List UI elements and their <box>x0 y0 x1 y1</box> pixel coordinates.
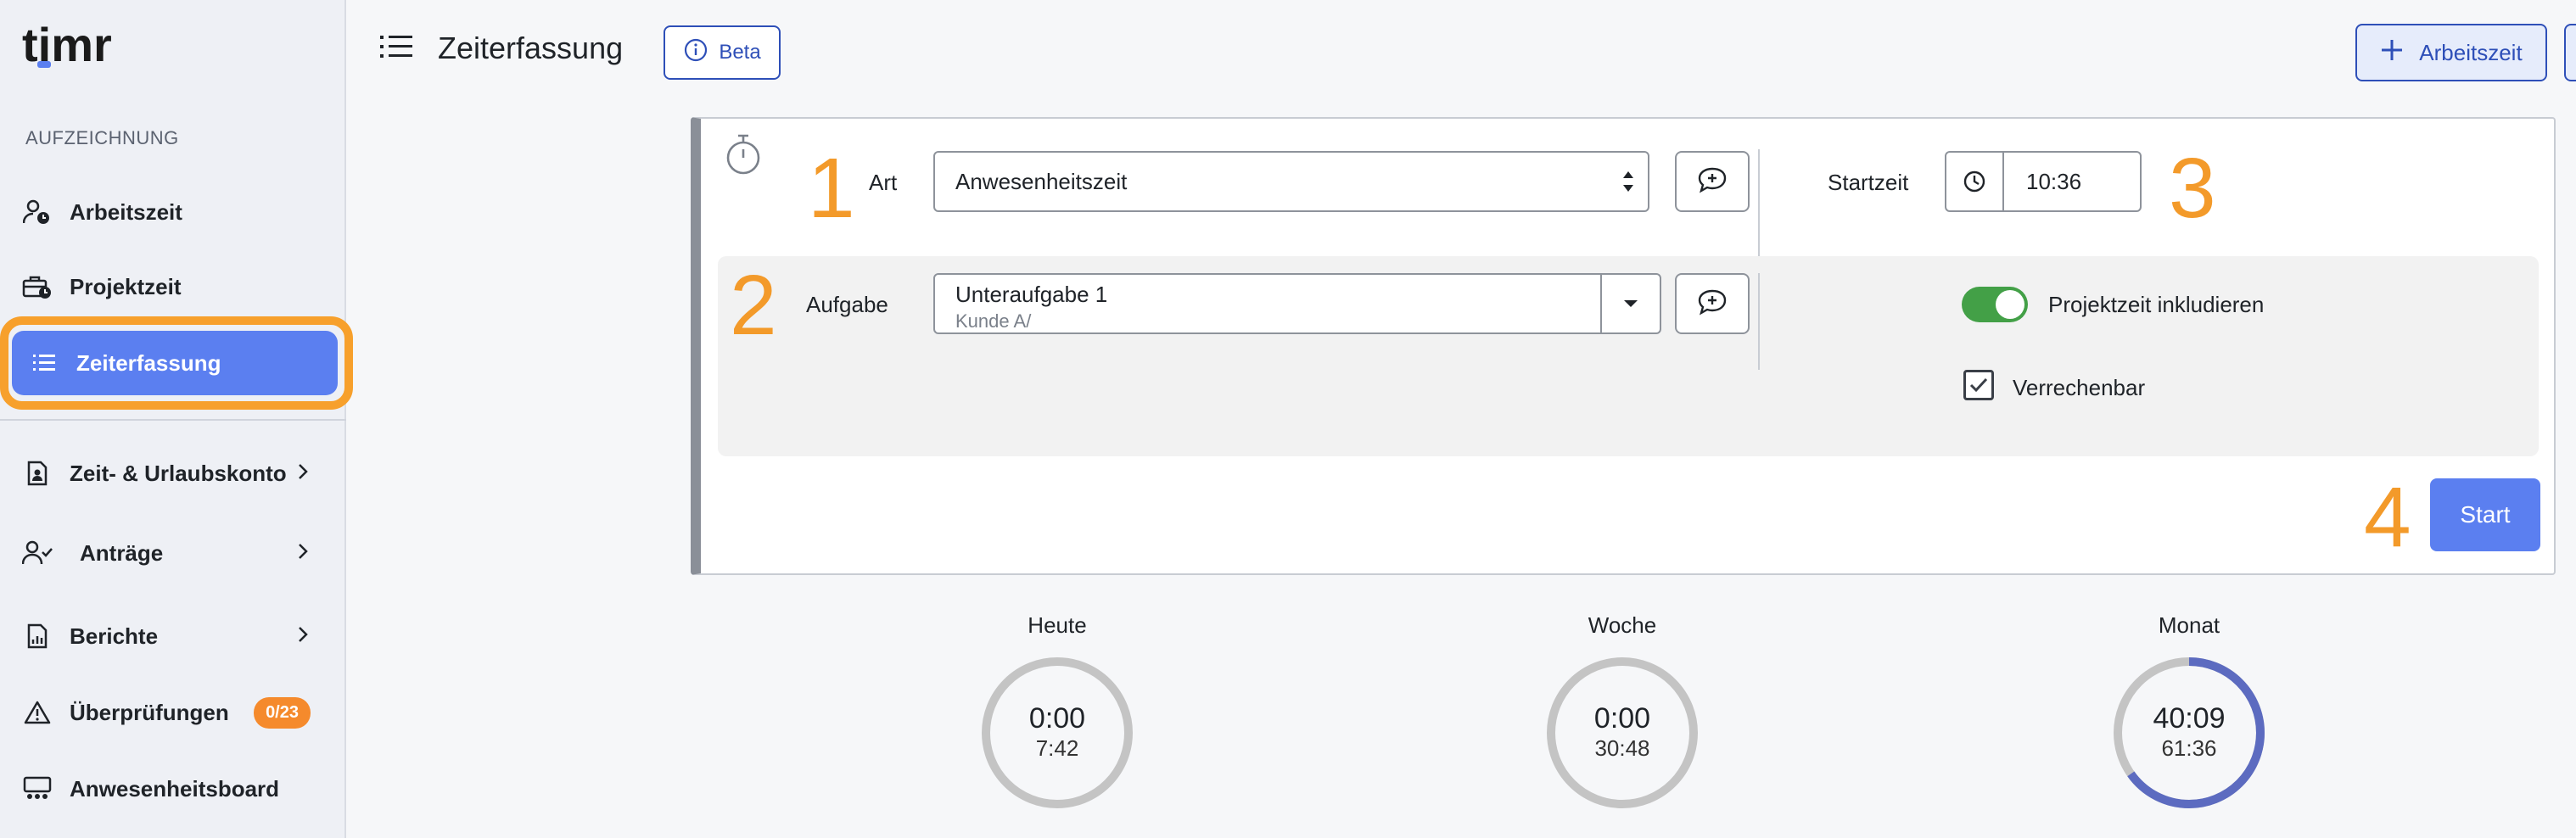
more-button[interactable] <box>2564 24 2576 81</box>
add-button-label: Arbeitszeit <box>2419 39 2523 65</box>
aufgabe-comment-button[interactable] <box>1675 273 1750 334</box>
sidebar-item-ueberpruefungen[interactable]: Überprüfungen 0/23 <box>20 685 334 740</box>
section-label: AUFZEICHNUNG <box>25 127 179 148</box>
time-entry-card: 1 Art Anwesenheitszeit Startzeit 10:36 3… <box>691 117 2556 575</box>
art-comment-button[interactable] <box>1675 151 1750 212</box>
sidebar-item-label: Anträge <box>80 539 164 566</box>
menu-list-icon[interactable] <box>380 34 412 64</box>
chevron-right-icon <box>297 541 309 567</box>
stat-target-woche: 30:48 <box>1594 735 1650 761</box>
stat-label-woche: Woche <box>1588 612 1657 638</box>
comment-plus-icon <box>1697 288 1728 320</box>
sidebar-item-label: Überprüfungen <box>70 699 229 725</box>
file-account-icon <box>20 456 54 490</box>
page-title: Zeiterfassung <box>438 31 624 65</box>
user-clock-icon <box>20 195 54 229</box>
sidebar-item-projektzeit[interactable]: Projektzeit <box>20 260 334 314</box>
toggle-knob <box>1996 290 2024 319</box>
sidebar-item-label: Projektzeit <box>70 273 182 299</box>
clock-icon <box>1946 153 2004 210</box>
verrechenbar-checkbox[interactable] <box>1963 370 1994 400</box>
startzeit-label: Startzeit <box>1828 170 1909 195</box>
ring-text-monat: 40:09 61:36 <box>2111 702 2267 762</box>
stat-value-monat: 40:09 <box>2153 702 2226 735</box>
aufgabe-label: Aufgabe <box>806 292 888 317</box>
stat-label-heute: Heute <box>1028 612 1087 638</box>
sidebar-item-anwesenheitsboard[interactable]: Anwesenheitsboard <box>20 762 334 816</box>
aufgabe-value: Unteraufgabe 1 <box>955 282 1108 307</box>
sidebar-item-arbeitszeit[interactable]: Arbeitszeit <box>20 185 334 239</box>
ring-text-heute: 0:00 7:42 <box>979 702 1135 762</box>
sidebar-item-label: Arbeitszeit <box>70 198 182 225</box>
stat-target-heute: 7:42 <box>1035 735 1079 761</box>
stat-label-monat: Monat <box>2158 612 2220 638</box>
sidebar-divider <box>0 419 346 421</box>
select-arrows-icon <box>1621 168 1636 201</box>
step-number-4: 4 <box>2364 470 2411 565</box>
art-select[interactable]: Anwesenheitszeit <box>933 151 1649 212</box>
add-arbeitszeit-button[interactable]: Arbeitszeit <box>2355 24 2547 81</box>
sidebar-item-label: Anwesenheitsboard <box>70 775 280 802</box>
svg-text:timr: timr <box>22 22 112 71</box>
projektzeit-toggle[interactable] <box>1962 287 2028 322</box>
sidebar-item-zeitkonto[interactable]: Zeit- & Urlaubskonto <box>20 446 334 500</box>
step-number-1: 1 <box>808 141 855 236</box>
warning-icon <box>20 696 54 729</box>
sidebar-item-berichte[interactable]: Berichte <box>20 609 334 663</box>
briefcase-clock-icon <box>20 270 54 304</box>
ring-text-woche: 0:00 30:48 <box>1544 702 1700 762</box>
startzeit-input[interactable]: 10:36 <box>1945 151 2142 212</box>
checkmark-icon <box>1969 377 1988 393</box>
checkbox-label: Verrechenbar <box>2013 375 2146 400</box>
list-icon <box>27 346 61 380</box>
status-badge: 0/23 <box>254 697 311 729</box>
sidebar-item-label: Berichte <box>70 623 159 649</box>
comment-plus-icon <box>1697 166 1728 198</box>
chevron-right-icon <box>297 624 309 651</box>
beta-label: Beta <box>719 41 761 64</box>
aufgabe-customer: Kunde A/ <box>955 310 1032 332</box>
art-select-value: Anwesenheitszeit <box>955 168 1128 194</box>
board-icon <box>20 772 54 806</box>
aufgabe-select[interactable]: Unteraufgabe 1 Kunde A/ <box>933 273 1661 334</box>
info-icon <box>683 37 708 69</box>
chevron-down-icon[interactable] <box>1600 275 1660 332</box>
step-number-2: 2 <box>730 258 777 353</box>
stat-target-monat: 61:36 <box>2161 735 2217 761</box>
report-icon <box>20 619 54 653</box>
sidebar-item-antraege[interactable]: Anträge <box>20 526 334 580</box>
timr-logo: timr <box>22 22 112 71</box>
sidebar-item-zeiterfassung[interactable]: Zeiterfassung <box>12 331 338 395</box>
divider <box>1758 273 1760 370</box>
plus-icon <box>2380 38 2404 68</box>
sidebar-item-label: Zeit- & Urlaubskonto <box>70 460 287 486</box>
user-check-icon <box>20 536 54 570</box>
beta-button[interactable]: Beta <box>664 25 781 80</box>
sidebar: timr AUFZEICHNUNG Arbeitszeit Projektzei… <box>0 0 353 838</box>
stat-value-woche: 0:00 <box>1593 702 1651 735</box>
step-number-3: 3 <box>2169 141 2216 236</box>
sidebar-item-label: Zeiterfassung <box>76 349 221 376</box>
art-label: Art <box>869 170 898 195</box>
toggle-label: Projektzeit inkludieren <box>2048 292 2265 317</box>
stopwatch-icon <box>725 132 762 181</box>
task-panel: 2 Aufgabe Unteraufgabe 1 Kunde A/ Projek… <box>718 256 2539 456</box>
start-button[interactable]: Start <box>2430 478 2540 551</box>
stat-value-heute: 0:00 <box>1028 702 1086 735</box>
startzeit-value: 10:36 <box>2026 168 2082 194</box>
chevron-right-icon <box>297 461 309 488</box>
